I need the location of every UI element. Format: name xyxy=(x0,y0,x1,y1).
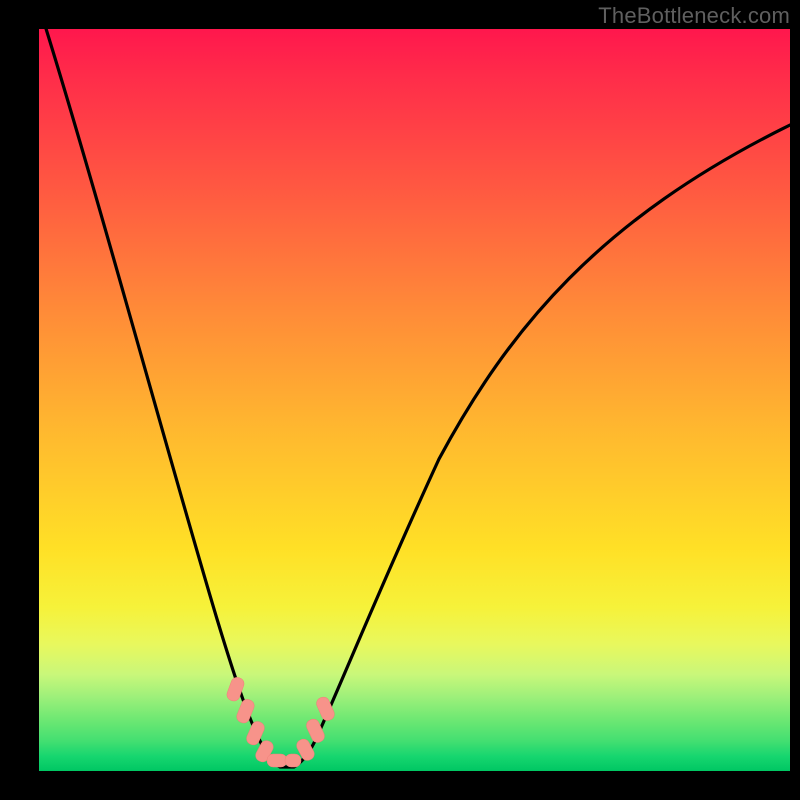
marker-group xyxy=(225,676,336,767)
plot-area xyxy=(39,29,790,771)
chart-frame: TheBottleneck.com xyxy=(0,0,800,800)
watermark-text: TheBottleneck.com xyxy=(598,3,790,29)
curve-layer xyxy=(39,29,790,771)
bottleneck-curve xyxy=(43,29,790,767)
